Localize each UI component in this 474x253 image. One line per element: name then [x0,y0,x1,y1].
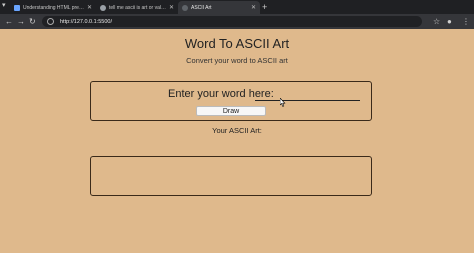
input-panel: Enter your word here: Draw [90,81,372,121]
forward-icon[interactable]: → [17,16,25,27]
menu-icon[interactable]: ⋮ [462,16,470,27]
draw-button[interactable]: Draw [196,106,266,116]
page-subtitle: Convert your word to ASCII art [186,56,288,65]
reload-icon[interactable]: ↻ [29,16,36,27]
globe-icon [100,4,106,11]
mouse-cursor-icon [280,98,286,107]
word-input[interactable] [255,88,360,101]
close-icon[interactable]: ✕ [251,4,256,11]
tab-title: Understanding HTML pre Tag [23,4,84,11]
output-label: Your ASCII Art: [212,126,262,135]
ascii-output-panel [90,156,372,196]
address-bar[interactable]: http://127.0.0.1:5500/ [42,16,422,27]
new-tab-icon[interactable]: + [262,2,267,12]
tab-title: tell me ascii is art or value in p... [109,4,166,11]
close-icon[interactable]: ✕ [169,4,174,11]
tab-understanding-html-pre[interactable]: Understanding HTML pre Tag ✕ [10,1,96,14]
bookmark-star-icon[interactable]: ☆ [433,16,440,27]
tab-ascii-art[interactable]: ASCII Art ✕ [178,1,260,14]
browser-toolbar: ← → ↻ http://127.0.0.1:5500/ ☆ ● ⋮ [0,14,474,29]
document-icon [14,4,20,11]
tab-title: ASCII Art [191,4,212,11]
back-icon[interactable]: ← [5,16,13,27]
profile-icon[interactable]: ● [447,16,452,27]
close-icon[interactable]: ✕ [87,4,92,11]
page-title: Word To ASCII Art [184,36,290,51]
tab-search-icon[interactable]: ▾ [2,1,6,9]
url-text: http://127.0.0.1:5500/ [60,18,112,25]
blank-page-icon [182,4,188,11]
site-info-icon[interactable] [47,18,54,25]
tab-strip: Understanding HTML pre Tag ✕ tell me asc… [0,0,474,14]
tab-ascii-question[interactable]: tell me ascii is art or value in p... ✕ [96,1,178,14]
